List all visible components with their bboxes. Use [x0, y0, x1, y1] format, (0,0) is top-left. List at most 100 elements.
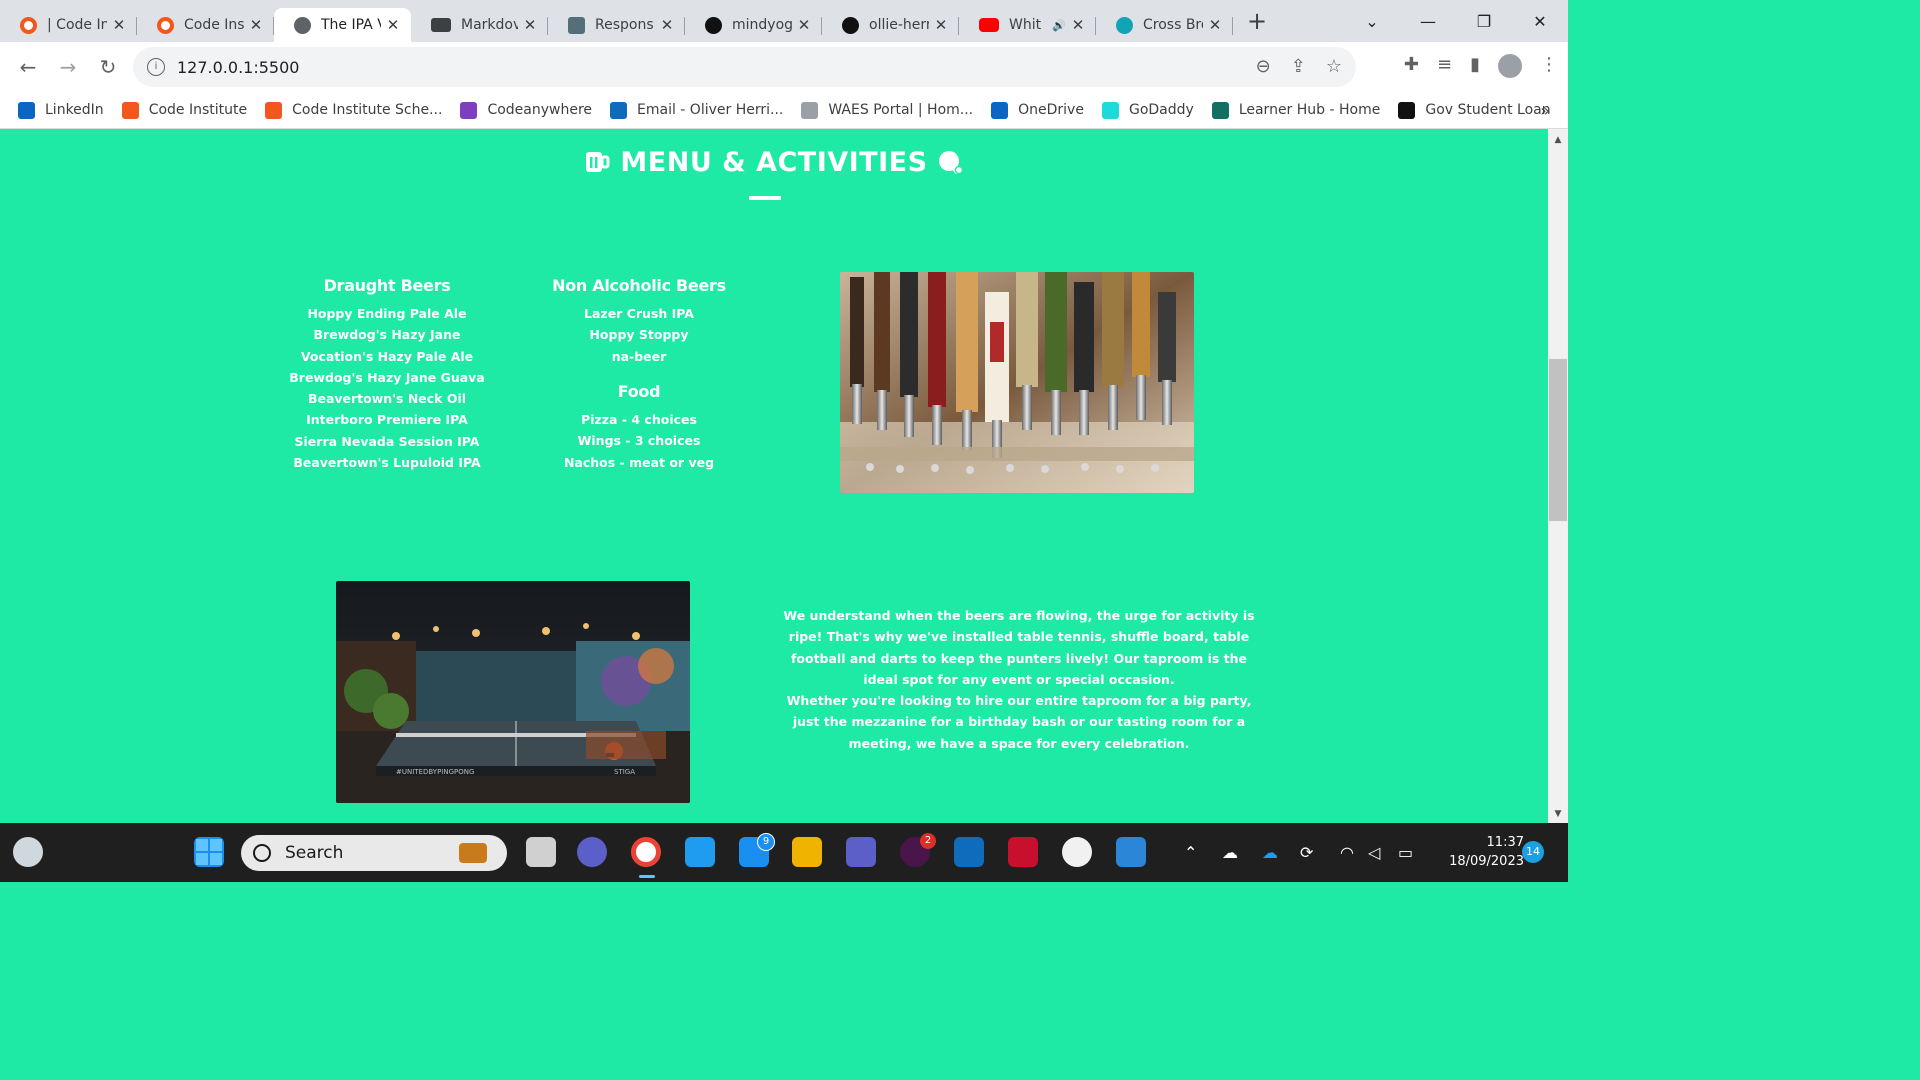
non-alcoholic-heading: Non Alcoholic Beers — [552, 276, 726, 295]
close-tab-icon[interactable]: ✕ — [385, 16, 401, 34]
activities-paragraph-2: Whether you're looking to hire our entir… — [786, 693, 1252, 751]
menu-item: Wings - 3 choices — [577, 433, 701, 449]
notification-badge[interactable]: 14 — [1522, 841, 1544, 863]
menu-item: Interboro Premiere IPA — [306, 412, 468, 428]
close-tab-icon[interactable]: ✕ — [111, 16, 127, 34]
teams-icon[interactable] — [846, 837, 876, 867]
restore-button[interactable]: ❐ — [1456, 12, 1512, 31]
browser-menu-icon[interactable]: ⋮ — [1540, 54, 1558, 78]
clock-time: 11:37 — [1486, 835, 1524, 850]
browser-tab[interactable]: The IPA V ✕ — [274, 8, 411, 42]
mcafee-icon[interactable] — [1008, 837, 1038, 867]
side-panel-icon[interactable]: ▮ — [1470, 54, 1480, 78]
taproom-table-tennis-image: #UNITEDBYPINGPONG STIGA — [336, 581, 690, 803]
vscode-icon[interactable] — [685, 837, 715, 867]
more-bookmarks-icon[interactable]: » — [1540, 101, 1550, 120]
browser-tab[interactable]: ollie-herr ✕ — [822, 8, 959, 42]
smiley-app-icon[interactable] — [1062, 837, 1092, 867]
address-bar[interactable]: i 127.0.0.1:5500 ⊖ ⇪ ☆ — [133, 47, 1356, 87]
scrollbar-thumb[interactable] — [1549, 359, 1567, 521]
browser-tab[interactable]: mindyog ✕ — [685, 8, 822, 42]
task-view-icon[interactable] — [526, 837, 556, 867]
browser-tab[interactable]: Cross Bro ✕ — [1096, 8, 1233, 42]
close-window-button[interactable]: ✕ — [1512, 12, 1568, 31]
extensions-icon[interactable]: ✚ — [1404, 54, 1419, 78]
bookmark-favicon-icon — [610, 101, 628, 119]
menu-item: na-beer — [611, 348, 667, 364]
close-tab-icon[interactable]: ✕ — [1207, 16, 1223, 34]
bookmark-item[interactable]: Email - Oliver Herri... — [610, 101, 783, 119]
close-tab-icon[interactable]: ✕ — [933, 16, 949, 34]
weather-icon[interactable] — [13, 837, 43, 867]
new-tab-button[interactable]: + — [1247, 7, 1267, 35]
bookmark-item[interactable]: Code Institute Sche... — [265, 101, 442, 119]
close-tab-icon[interactable]: ✕ — [796, 16, 812, 34]
chrome-icon[interactable] — [631, 837, 661, 867]
bookmark-favicon-icon — [1101, 101, 1119, 119]
battery-icon[interactable]: ▭ — [1398, 843, 1413, 862]
outlook-icon[interactable] — [954, 837, 984, 867]
bookmark-star-icon[interactable]: ☆ — [1326, 56, 1342, 77]
bookmark-favicon-icon — [265, 101, 283, 119]
close-tab-icon[interactable]: ✕ — [522, 16, 538, 34]
audio-playing-icon[interactable]: 🔊 — [1052, 19, 1066, 32]
site-info-icon[interactable]: i — [147, 58, 165, 76]
browser-tab[interactable]: | Code In ✕ — [0, 8, 137, 42]
browser-tab[interactable]: Respons ✕ — [548, 8, 685, 42]
close-tab-icon[interactable]: ✕ — [659, 16, 675, 34]
youtube-icon — [979, 18, 999, 32]
menu-item: Pizza - 4 choices — [581, 412, 697, 427]
scroll-down-arrow-icon[interactable]: ▼ — [1548, 809, 1568, 819]
browser-tab[interactable]: Markdov ✕ — [411, 8, 548, 42]
tray-overflow-icon[interactable]: ⌃ — [1184, 843, 1197, 862]
url-text[interactable]: 127.0.0.1:5500 — [177, 58, 299, 77]
sync-tray-icon[interactable]: ⟳ — [1300, 843, 1313, 862]
github-icon — [842, 16, 859, 34]
wifi-icon[interactable]: ◠ — [1340, 843, 1354, 862]
markdown-icon — [431, 18, 451, 32]
section-title-text: MENU & ACTIVITIES — [620, 147, 928, 178]
profile-avatar[interactable] — [1498, 54, 1522, 78]
photos-icon[interactable] — [1116, 837, 1146, 867]
bookmark-item[interactable]: Codeanywhere — [460, 101, 592, 119]
onedrive-business-tray-icon[interactable]: ☁ — [1262, 843, 1278, 862]
system-clock[interactable]: 11:37 18/09/2023 — [1428, 833, 1524, 871]
zoom-icon[interactable]: ⊖ — [1256, 56, 1271, 77]
media-control-icon[interactable]: ≡ — [1437, 54, 1452, 78]
code-institute-icon — [20, 16, 37, 34]
volume-icon[interactable]: ◁ — [1368, 843, 1380, 862]
ping-pong-icon — [939, 151, 964, 174]
bookmark-item[interactable]: Code Institute — [121, 101, 247, 119]
minimize-button[interactable]: — — [1400, 12, 1456, 31]
bookmark-item[interactable]: WAES Portal | Hom... — [801, 101, 973, 119]
bookmark-item[interactable]: Learner Hub - Home — [1211, 101, 1380, 119]
forward-button[interactable]: → — [48, 55, 88, 79]
bookmark-item[interactable]: LinkedIn — [18, 101, 104, 119]
bookmark-favicon-icon — [121, 101, 139, 119]
onedrive-tray-icon[interactable]: ☁ — [1222, 843, 1238, 862]
bookmark-favicon-icon — [801, 101, 819, 119]
menu-item: Beavertown's Neck Oil — [307, 391, 467, 407]
browser-tab[interactable]: Whit 🔊 ✕ — [959, 8, 1096, 42]
close-tab-icon[interactable]: ✕ — [1070, 16, 1086, 34]
reload-button[interactable]: ↻ — [88, 55, 128, 79]
share-icon[interactable]: ⇪ — [1291, 56, 1306, 77]
start-icon[interactable] — [194, 837, 224, 867]
tab-search-icon[interactable]: ⌄ — [1344, 12, 1400, 31]
tab-title: mindyog — [732, 17, 792, 33]
menu-item: Nachos - meat or veg — [563, 454, 715, 470]
bookmark-item[interactable]: Gov Student Loan — [1398, 101, 1551, 119]
close-tab-icon[interactable]: ✕ — [248, 16, 264, 34]
menu-item: Vocation's Hazy Pale Ale — [300, 348, 474, 364]
bookmark-item[interactable]: GoDaddy — [1101, 101, 1194, 119]
scroll-up-arrow-icon[interactable]: ▲ — [1548, 135, 1568, 145]
page-scrollbar[interactable]: ▲ ▼ — [1548, 129, 1568, 823]
file-explorer-icon[interactable] — [792, 837, 822, 867]
bookmark-label: GoDaddy — [1128, 102, 1194, 118]
tab-separator — [1232, 17, 1233, 35]
meet-icon[interactable] — [577, 837, 607, 867]
taskbar-search-box[interactable]: Search — [241, 835, 507, 871]
back-button[interactable]: ← — [8, 55, 48, 79]
browser-tab[interactable]: Code Ins ✕ — [137, 8, 274, 42]
bookmark-item[interactable]: OneDrive — [991, 101, 1084, 119]
